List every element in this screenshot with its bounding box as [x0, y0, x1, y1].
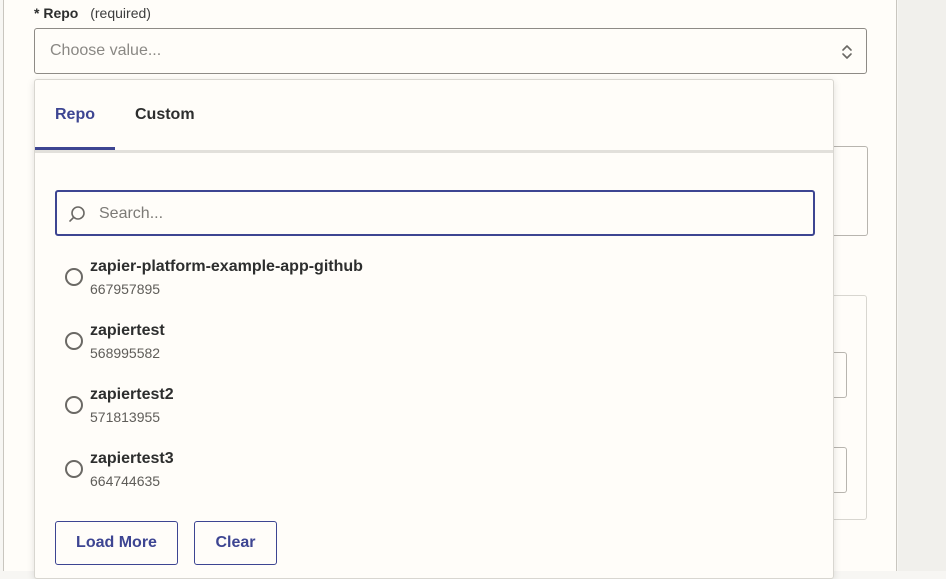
search-input[interactable]	[97, 192, 801, 236]
background-field	[834, 447, 847, 493]
radio-icon[interactable]	[65, 332, 83, 350]
option-id: 571813955	[90, 409, 161, 425]
option-item[interactable]: zapiertest3 664744635	[55, 448, 815, 512]
option-item[interactable]: zapiertest2 571813955	[55, 384, 815, 448]
option-list: zapier-platform-example-app-github 66795…	[55, 256, 815, 512]
tab-custom[interactable]: Custom	[135, 106, 195, 124]
radio-icon[interactable]	[65, 460, 83, 478]
radio-icon[interactable]	[65, 268, 83, 286]
option-title: zapiertest2	[90, 386, 174, 403]
repo-dropdown: Repo Custom zapier-platform-example-app-…	[34, 79, 834, 579]
field-hint: (required)	[90, 5, 151, 21]
option-item[interactable]: zapiertest 568995582	[55, 320, 815, 384]
option-title: zapier-platform-example-app-github	[90, 258, 363, 275]
repo-field-label: * Repo (required)	[34, 5, 151, 21]
chevron-up-down-icon	[842, 45, 852, 59]
option-item[interactable]: zapier-platform-example-app-github 66795…	[55, 256, 815, 320]
field-name: Repo	[43, 5, 79, 21]
load-more-button[interactable]: Load More	[55, 521, 178, 565]
tab-repo[interactable]: Repo	[55, 106, 95, 124]
option-id: 568995582	[90, 345, 161, 361]
search-box[interactable]	[55, 190, 815, 236]
dropdown-tabs: Repo Custom	[35, 80, 833, 153]
background-field	[834, 146, 868, 236]
repo-select[interactable]: Choose value...	[34, 28, 867, 74]
clear-button[interactable]: Clear	[194, 521, 277, 565]
background-field	[834, 352, 847, 398]
option-id: 664744635	[90, 473, 161, 489]
active-tab-indicator	[35, 147, 115, 150]
option-id: 667957895	[90, 281, 161, 297]
select-placeholder: Choose value...	[50, 42, 162, 59]
option-title: zapiertest3	[90, 450, 174, 467]
option-title: zapiertest	[90, 322, 165, 339]
radio-icon[interactable]	[65, 396, 83, 414]
required-mark: *	[34, 5, 40, 21]
page-gutter	[898, 0, 946, 571]
search-icon	[69, 206, 85, 222]
